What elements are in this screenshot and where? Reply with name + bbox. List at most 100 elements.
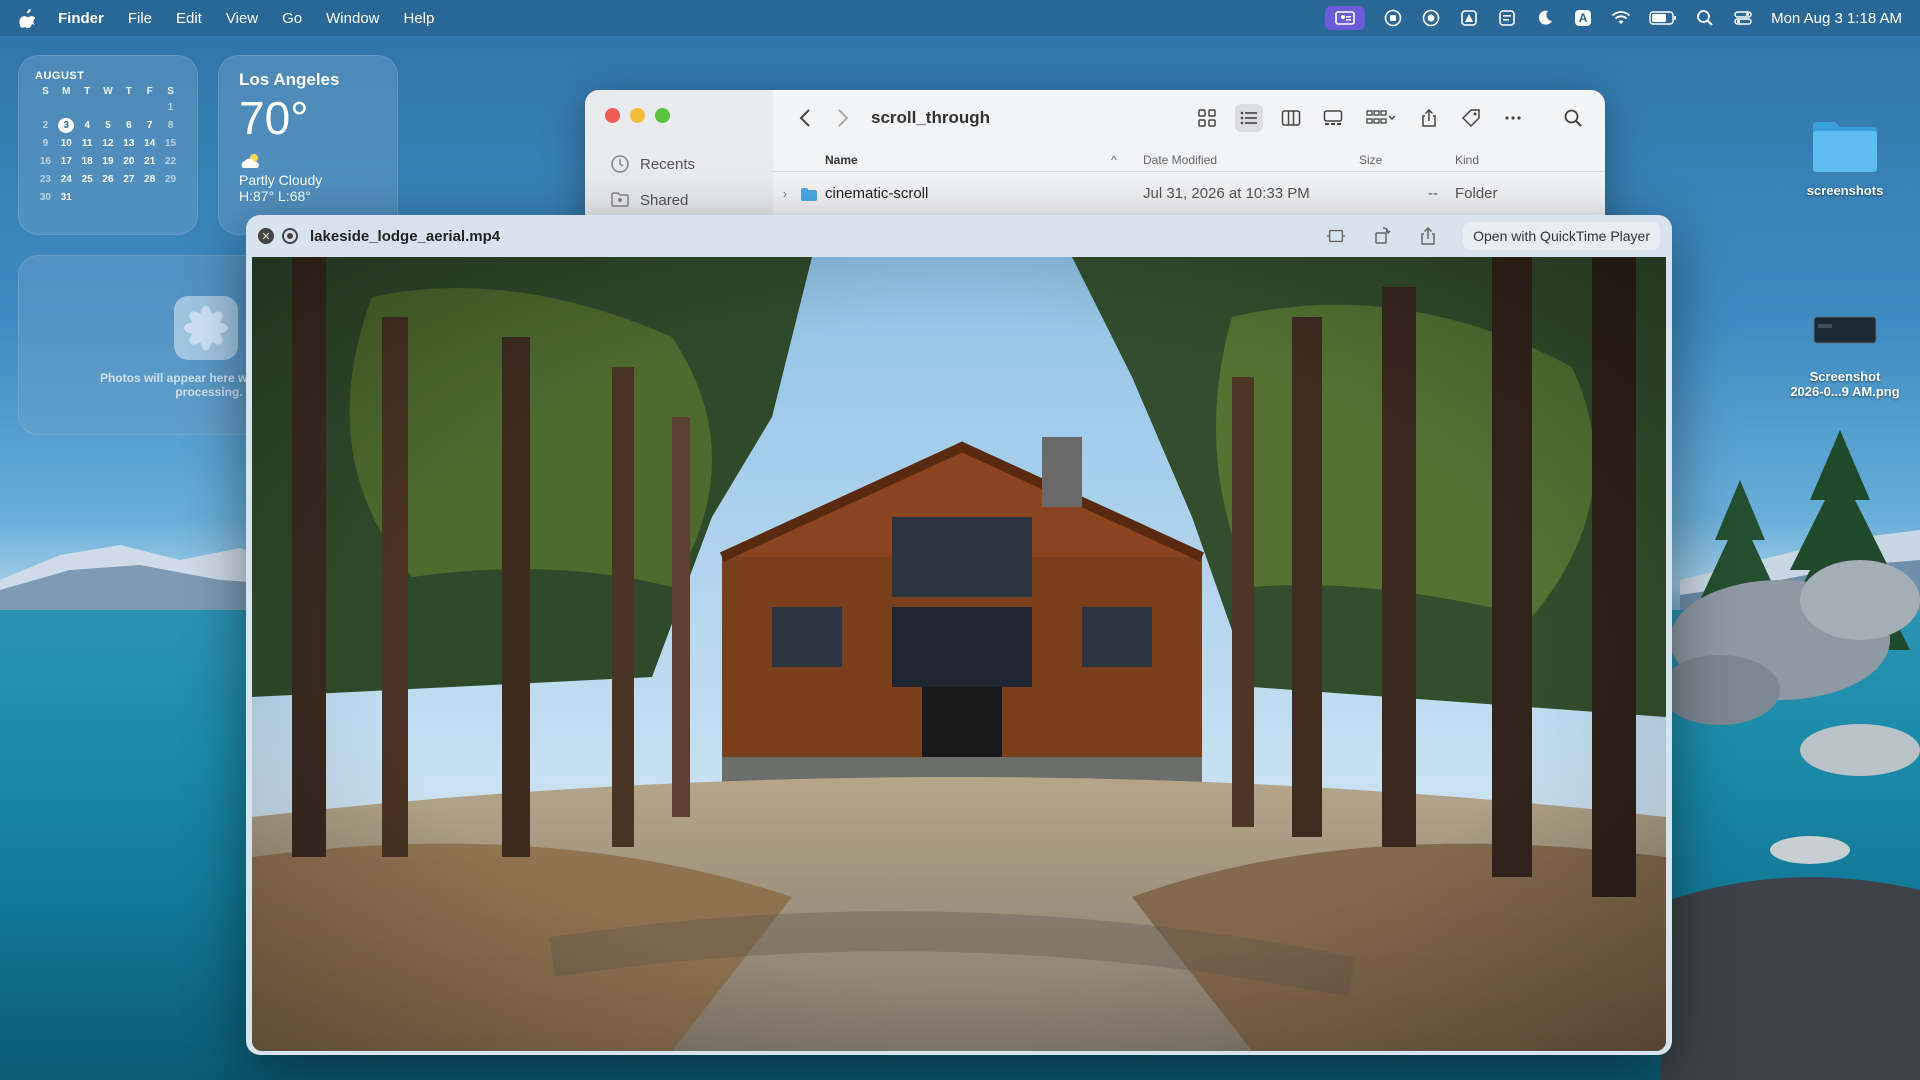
rotate-button[interactable] — [1371, 225, 1393, 247]
desktop-file-screenshot[interactable]: Screenshot 2026-0...9 AM.png — [1785, 312, 1905, 399]
zoom-button[interactable] — [655, 108, 670, 123]
calendar-day: 28 — [144, 174, 156, 185]
spotlight-search-icon[interactable] — [1695, 9, 1715, 27]
close-button[interactable] — [605, 108, 620, 123]
input-source-label: A — [1574, 10, 1592, 26]
calendar-day: 10 — [60, 138, 72, 149]
calendar-day: 22 — [165, 156, 177, 167]
rotate-icon — [1375, 227, 1391, 244]
calendar-day: 24 — [60, 174, 72, 185]
desktop-folder-label: screenshots — [1806, 183, 1884, 198]
finder-toolbar: scroll_through — [773, 90, 1605, 146]
column-header-size[interactable]: Size — [1359, 153, 1382, 167]
menu-app-finder[interactable]: Finder — [58, 10, 104, 27]
calendar-day: 20 — [123, 156, 135, 167]
clock-icon — [611, 155, 629, 173]
more-actions-button[interactable] — [1499, 104, 1527, 132]
menu-help[interactable]: Help — [404, 10, 435, 27]
wifi-icon[interactable] — [1611, 9, 1631, 27]
quicklook-close-button[interactable]: ✕ — [258, 228, 274, 244]
quicklook-filename: lakeside_lodge_aerial.mp4 — [310, 227, 501, 245]
drive-icon[interactable] — [1459, 9, 1479, 27]
menu-bar-clock[interactable]: Mon Aug 3 1:18 AM — [1771, 10, 1902, 27]
screen-sharing-icon[interactable] — [1325, 6, 1366, 30]
column-header-date[interactable]: Date Modified — [1143, 153, 1217, 167]
menu-view[interactable]: View — [226, 10, 258, 27]
video-preview[interactable] — [252, 257, 1666, 1051]
calendar-day: 7 — [146, 120, 153, 131]
tags-button[interactable] — [1457, 104, 1485, 132]
column-header-name[interactable]: Name — [825, 153, 858, 167]
group-grid-chevron-icon — [1366, 110, 1396, 124]
apple-menu-icon[interactable] — [18, 8, 36, 28]
disclosure-chevron-icon[interactable]: › — [783, 187, 787, 201]
quicklook-fullscreen-button[interactable] — [282, 228, 298, 244]
list-view-button[interactable] — [1235, 104, 1263, 132]
input-source-icon[interactable]: A — [1573, 9, 1593, 27]
desktop-folder-screenshots[interactable]: screenshots — [1785, 118, 1905, 198]
shared-folder-icon — [611, 192, 629, 207]
calendar-weekday-header: W — [103, 86, 113, 97]
notes-icon[interactable] — [1497, 9, 1517, 27]
menu-file[interactable]: File — [128, 10, 152, 27]
calendar-day: 21 — [144, 156, 156, 167]
record-icon[interactable] — [1383, 9, 1403, 27]
chevron-right-icon — [838, 109, 849, 127]
sidebar-item-recents[interactable]: Recents — [610, 154, 695, 174]
calendar-day: 25 — [81, 174, 93, 185]
search-icon — [1564, 109, 1582, 127]
calendar-day: 18 — [81, 156, 93, 167]
calendar-day: 5 — [105, 120, 111, 131]
quicklook-share-button[interactable] — [1417, 225, 1439, 247]
folder-icon — [1813, 122, 1877, 172]
table-row[interactable]: › cinematic-scroll Jul 31, 2026 at 10:33… — [773, 182, 1605, 206]
search-button[interactable] — [1559, 104, 1587, 132]
calendar-day: 11 — [81, 138, 93, 149]
list-icon — [1240, 111, 1257, 125]
group-by-button[interactable] — [1361, 104, 1401, 132]
calendar-day: 17 — [60, 156, 72, 167]
gallery-view-button[interactable] — [1319, 104, 1347, 132]
calendar-day: 4 — [84, 120, 90, 131]
menu-edit[interactable]: Edit — [176, 10, 202, 27]
gallery-icon — [1323, 110, 1343, 125]
calendar-weekday-header: M — [62, 86, 71, 97]
share-button[interactable] — [1415, 104, 1443, 132]
calendar-day: 19 — [102, 156, 114, 167]
calendar-widget[interactable]: AUGUST S M T W T F S 1 2 3 4 5 6 7 8 9 10 11 12 13 14 15 16 17 1… — [18, 55, 198, 235]
menu-go[interactable]: Go — [282, 10, 302, 27]
calendar-day: 15 — [165, 138, 177, 149]
sidebar-item-shared[interactable]: Shared — [610, 190, 688, 210]
back-button[interactable] — [791, 104, 819, 132]
sort-ascending-icon[interactable]: ^ — [1111, 153, 1117, 167]
forward-button[interactable] — [829, 104, 857, 132]
quicklook-window[interactable]: ✕ lakeside_lodge_aerial.mp4 Open with Qu… — [246, 215, 1672, 1055]
calendar-weekday-header: S — [42, 86, 49, 97]
weather-temperature: 70° — [239, 92, 309, 144]
icon-view-button[interactable] — [1193, 104, 1221, 132]
calendar-day: 8 — [167, 120, 174, 131]
column-header-kind[interactable]: Kind — [1455, 153, 1479, 167]
sync-icon[interactable] — [1421, 9, 1441, 27]
screenshot-label-line2: 2026-0...9 AM.png — [1790, 384, 1900, 399]
menu-window[interactable]: Window — [326, 10, 379, 27]
calendar-day: 6 — [126, 120, 132, 131]
calendar-day: 26 — [102, 174, 114, 185]
calendar-day: 2 — [42, 120, 49, 131]
sidebar-item-label: Recents — [640, 155, 696, 173]
weather-widget[interactable]: Los Angeles 70° Partly Cloudy H:87° L:68… — [218, 55, 398, 235]
screenshot-thumbnail-icon — [1813, 316, 1877, 344]
chevron-left-icon — [799, 109, 810, 127]
open-with-quicktime-button[interactable]: Open with QuickTime Player — [1463, 222, 1660, 250]
trim-button[interactable] — [1325, 225, 1347, 247]
calendar-day — [139, 100, 160, 115]
file-date: Jul 31, 2026 at 10:33 PM — [1143, 185, 1310, 202]
folder-icon — [801, 188, 817, 201]
weather-city: Los Angeles — [239, 70, 340, 89]
control-center-icon[interactable] — [1733, 9, 1753, 27]
focus-moon-icon[interactable] — [1535, 9, 1555, 27]
screenshot-label-line1: Screenshot — [1809, 369, 1881, 384]
battery-icon[interactable] — [1649, 9, 1677, 27]
column-view-button[interactable] — [1277, 104, 1305, 132]
minimize-button[interactable] — [630, 108, 645, 123]
